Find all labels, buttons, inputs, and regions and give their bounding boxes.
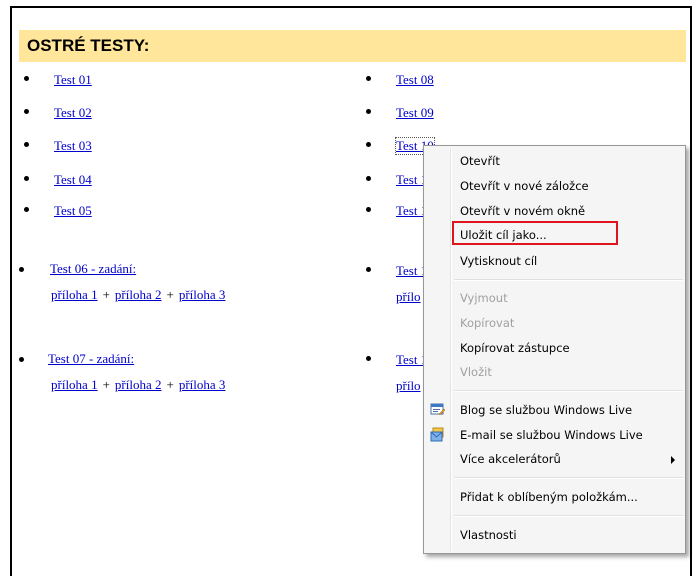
bullet — [24, 76, 29, 81]
bullet — [24, 207, 29, 212]
menu-item-label: E-mail se službou Windows Live — [460, 428, 643, 442]
attachment-link[interactable]: příloha 1 — [51, 287, 98, 302]
test13-attachments: přílo — [396, 289, 421, 305]
menu-item-open-new-tab[interactable]: Otevřít v nové záložce — [426, 175, 683, 197]
attachment-link[interactable]: příloha 3 — [179, 287, 226, 302]
attachment-link[interactable]: přílo — [396, 289, 421, 304]
bullet — [24, 109, 29, 114]
menu-item-label: Kopírovat — [460, 316, 515, 330]
menu-separator — [454, 390, 683, 392]
menu-item-properties[interactable]: Vlastnosti — [426, 524, 683, 546]
menu-item-label: Přidat k oblíbeným položkám... — [460, 490, 638, 504]
bullet — [19, 357, 24, 362]
menu-item-more-accelerators[interactable]: Více akcelerátorů — [426, 448, 683, 470]
menu-separator — [454, 515, 683, 517]
bullet — [24, 176, 29, 181]
attachment-link[interactable]: příloha 2 — [115, 287, 162, 302]
link-test-06[interactable]: Test 06 - zadání: — [50, 261, 136, 277]
link-test-04[interactable]: Test 04 — [54, 172, 92, 188]
menu-item-print-target[interactable]: Vytisknout cíl — [426, 250, 683, 272]
menu-item-label: Vytisknout cíl — [460, 254, 538, 268]
attachment-link[interactable]: příloha 3 — [179, 377, 226, 392]
menu-item-label: Otevřít — [460, 154, 500, 168]
link-test-05[interactable]: Test 05 — [54, 203, 92, 219]
context-menu: Otevřít Otevřít v nové záložce Otevřít v… — [423, 145, 686, 554]
bullet — [366, 267, 371, 272]
menu-item-cut: Vyjmout — [426, 287, 683, 309]
link-test-01[interactable]: Test 01 — [54, 72, 92, 88]
link-test-03[interactable]: Test 03 — [54, 138, 92, 154]
blog-icon — [430, 402, 446, 418]
menu-item-add-to-favorites[interactable]: Přidat k oblíbeným položkám... — [426, 486, 683, 508]
menu-item-label: Vložit — [460, 365, 492, 379]
bullet — [366, 76, 371, 81]
test06-attachments: příloha 1 + příloha 2 + příloha 3 — [51, 287, 226, 302]
page-heading: OSTRÉ TESTY: — [19, 30, 686, 62]
highlight-annotation — [452, 221, 618, 245]
menu-separator — [454, 279, 683, 281]
menu-item-blog-windows-live[interactable]: Blog se službou Windows Live — [426, 399, 683, 421]
link-test-02[interactable]: Test 02 — [54, 105, 92, 121]
menu-item-label: Kopírovat zástupce — [460, 341, 570, 355]
menu-item-label: Otevřít v novém okně — [460, 204, 586, 218]
test14-attachments: přílo — [396, 378, 421, 394]
bullet — [24, 142, 29, 147]
menu-item-label: Vlastnosti — [460, 528, 517, 542]
menu-item-copy-shortcut[interactable]: Kopírovat zástupce — [426, 337, 683, 359]
menu-separator — [454, 477, 683, 479]
attachment-link[interactable]: příloha 1 — [51, 377, 98, 392]
submenu-arrow-icon — [671, 456, 675, 464]
link-test-07[interactable]: Test 07 - zadání: — [48, 351, 134, 367]
menu-item-label: Otevřít v nové záložce — [460, 179, 589, 193]
link-test-08[interactable]: Test 08 — [396, 72, 434, 88]
test07-attachments: příloha 1 + příloha 2 + příloha 3 — [51, 377, 226, 392]
menu-item-label: Více akcelerátorů — [460, 452, 561, 466]
attachment-link[interactable]: přílo — [396, 378, 421, 393]
menu-item-label: Vyjmout — [460, 291, 508, 305]
menu-item-email-windows-live[interactable]: E-mail se službou Windows Live — [426, 424, 683, 446]
attachment-link[interactable]: příloha 2 — [115, 377, 162, 392]
menu-item-paste: Vložit — [426, 361, 683, 383]
link-test-09[interactable]: Test 09 — [396, 105, 434, 121]
menu-item-copy: Kopírovat — [426, 312, 683, 334]
bullet — [366, 109, 371, 114]
bullet — [366, 142, 371, 147]
email-icon — [430, 427, 446, 443]
bullet — [19, 267, 24, 272]
bullet — [366, 356, 371, 361]
menu-item-label: Blog se službou Windows Live — [460, 403, 633, 417]
bullet — [366, 207, 371, 212]
menu-item-open[interactable]: Otevřít — [426, 150, 683, 172]
menu-item-open-new-window[interactable]: Otevřít v novém okně — [426, 200, 683, 222]
bullet — [366, 176, 371, 181]
